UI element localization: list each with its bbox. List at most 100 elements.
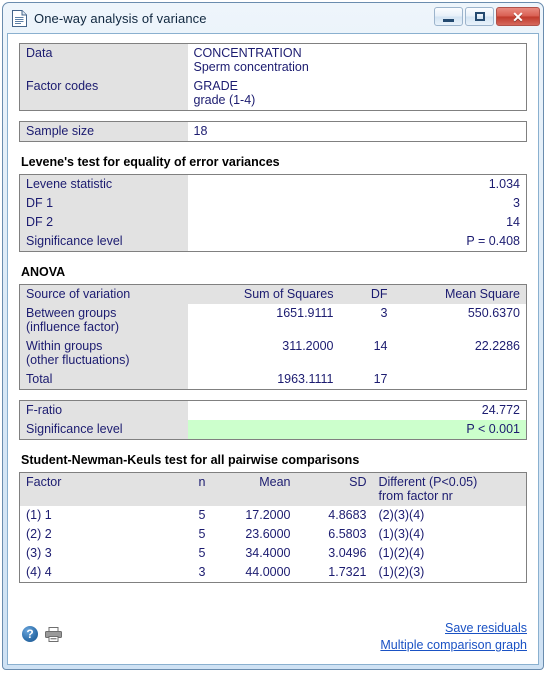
close-icon: ✕ (512, 8, 524, 25)
snk-factor-1: (1) 1 (26, 508, 52, 522)
window-controls: ✕ (434, 7, 540, 26)
close-button[interactable]: ✕ (496, 7, 540, 26)
window-client-area: Data CONCENTRATION Sperm concentration F… (7, 33, 539, 665)
factor-codes-value-sub: grade (1-4) (193, 93, 256, 107)
table-row: DF 1 3 (19, 194, 527, 213)
application-window: One-way analysis of variance ✕ Data CONC… (2, 2, 544, 670)
snk-n-2: 5 (198, 527, 206, 541)
levene-df1-label: DF 1 (19, 194, 188, 213)
snk-heading: Student-Newman-Keuls test for all pairwi… (21, 453, 360, 467)
snk-sd-4: 1.7321 (328, 565, 367, 579)
anova-df-between: 3 (380, 306, 388, 320)
table-row: DF 2 14 (19, 213, 527, 232)
anova-df-between-blank (340, 320, 394, 337)
snk-different-2: (1)(3)(4) (378, 527, 425, 541)
levene-table: Levene statistic 1.034 DF 1 3 DF 2 14 Si… (19, 174, 527, 252)
snk-different-4: (1)(2)(3) (378, 565, 425, 579)
snk-table: Factor n Mean SD Different (P<0.05) from… (19, 472, 527, 583)
anova-heading: ANOVA (21, 265, 66, 279)
anova-df-total: 17 (373, 372, 388, 386)
factor-codes-label: Factor codes (19, 77, 188, 111)
fratio-significance-value: P < 0.001 (187, 420, 527, 440)
anova-ss-between-blank (188, 320, 340, 337)
snk-mean-3: 34.4000 (245, 546, 291, 560)
anova-col-source: Source of variation (19, 284, 188, 304)
snk-sd-3: 3.0496 (328, 546, 367, 560)
fratio-table: F-ratio 24.772 Significance level P < 0.… (19, 400, 527, 440)
snk-factor-4: (4) 4 (26, 565, 52, 579)
snk-sd-1: 4.8683 (328, 508, 367, 522)
table-row: (3) 3 5 34.4000 3.0496 (1)(2)(4) (20, 544, 527, 563)
document-icon (12, 9, 27, 27)
anova-ms-within-blank (394, 353, 527, 370)
anova-df-within-blank (340, 353, 394, 370)
table-row: (influence factor) (19, 320, 527, 337)
anova-source-between: Between groups (19, 304, 188, 320)
table-header-row: Source of variation Sum of Squares DF Me… (19, 284, 527, 304)
anova-source-within-sub: (other fluctuations) (19, 353, 188, 370)
anova-col-df: DF (339, 284, 394, 304)
snk-different-3: (1)(2)(4) (378, 546, 425, 560)
anova-col-ms: Mean Square (393, 284, 527, 304)
levene-statistic-label: Levene statistic (19, 174, 188, 194)
sample-size-label: Sample size (19, 121, 188, 142)
help-icon[interactable]: ? (22, 626, 38, 642)
table-row: Levene statistic 1.034 (19, 174, 527, 194)
table-row: Factor codes GRADE (19, 77, 527, 111)
anova-df-within: 14 (373, 339, 388, 353)
table-row: Sample size 18 (19, 121, 527, 142)
minimize-icon (443, 18, 454, 22)
fratio-label: F-ratio (19, 400, 188, 420)
snk-sd-2: 6.5803 (328, 527, 367, 541)
table-row: Significance level P < 0.001 (19, 420, 527, 440)
minimize-button[interactable] (434, 7, 463, 26)
save-residuals-link[interactable]: Save residuals (380, 620, 527, 637)
snk-col-different-line2: from factor nr (378, 489, 453, 503)
snk-n-4: 3 (198, 565, 206, 579)
maximize-icon (474, 12, 485, 21)
levene-significance-value: P = 0.408 (466, 234, 520, 248)
levene-statistic-value: 1.034 (488, 177, 520, 191)
table-row: (2) 2 5 23.6000 6.5803 (1)(3)(4) (20, 525, 527, 544)
levene-df2-label: DF 2 (19, 213, 188, 232)
data-info-table: Data CONCENTRATION Sperm concentration F… (19, 43, 527, 111)
snk-mean-2: 23.6000 (245, 527, 291, 541)
printer-icon[interactable] (45, 626, 62, 642)
table-row: Between groups 1651.9111 3 550.6370 (19, 304, 527, 320)
snk-factor-3: (3) 3 (26, 546, 52, 560)
levene-significance-label: Significance level (19, 232, 188, 252)
anova-ms-total (394, 370, 527, 390)
table-row: (other fluctuations) (19, 353, 527, 370)
snk-col-n: n (169, 472, 212, 506)
anova-ms-within: 22.2286 (474, 339, 520, 353)
table-row: (1) 1 5 17.2000 4.8683 (2)(3)(4) (20, 506, 527, 525)
anova-ss-between: 1651.9111 (276, 306, 334, 320)
anova-ss-within: 311.2000 (282, 339, 334, 353)
anova-ss-total: 1963.1111 (277, 372, 334, 386)
data-label: Data (19, 43, 188, 77)
snk-col-factor: Factor (19, 472, 170, 506)
snk-factor-2: (2) 2 (26, 527, 52, 541)
snk-col-mean: Mean (211, 472, 297, 506)
title-bar: One-way analysis of variance ✕ (3, 3, 543, 33)
footer-links: Save residuals Multiple comparison graph (380, 620, 527, 654)
window-title: One-way analysis of variance (34, 10, 207, 26)
footer-bar: ? Save residuals Multiple comparison gra… (19, 618, 527, 662)
anova-col-ss: Sum of Squares (187, 284, 340, 304)
sample-size-table: Sample size 18 (19, 121, 527, 142)
maximize-button[interactable] (465, 7, 494, 26)
anova-table: Source of variation Sum of Squares DF Me… (19, 284, 527, 390)
snk-mean-4: 44.0000 (245, 565, 291, 579)
anova-ms-between-blank (394, 320, 527, 337)
table-row: (4) 4 3 44.0000 1.7321 (1)(2)(3) (20, 563, 527, 583)
levene-df1-value: 3 (513, 196, 520, 210)
snk-mean-1: 17.2000 (245, 508, 291, 522)
fratio-value: 24.772 (481, 403, 520, 417)
snk-different-1: (2)(3)(4) (378, 508, 425, 522)
anova-source-between-sub: (influence factor) (19, 320, 188, 337)
table-header-row: Factor n Mean SD Different (P<0.05) from… (19, 472, 527, 506)
multiple-comparison-graph-link[interactable]: Multiple comparison graph (380, 637, 527, 654)
table-row: Significance level P = 0.408 (19, 232, 527, 252)
table-row: Data CONCENTRATION (19, 43, 527, 77)
